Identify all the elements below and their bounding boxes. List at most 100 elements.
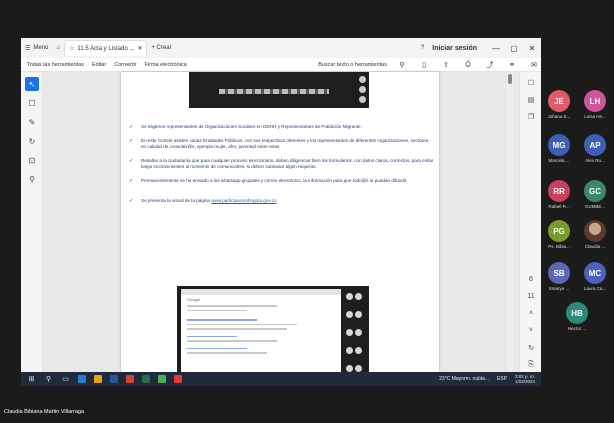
word-app-icon[interactable] <box>110 375 118 383</box>
scrollbar[interactable] <box>507 72 513 372</box>
avatar: PG <box>548 220 570 242</box>
participation-link[interactable]: www.participacionbogota.gov.co <box>211 198 276 203</box>
participant-tile[interactable]: SB Smarye ... <box>541 262 577 291</box>
google-logo-text: Google <box>187 297 200 302</box>
avatar: LH <box>584 90 606 112</box>
windows-start-icon[interactable]: ⊞ <box>27 375 36 384</box>
participant-tile[interactable]: MC Laura Ca... <box>577 262 613 291</box>
explorer-app-icon[interactable] <box>78 375 86 383</box>
embedded-screenshot: Google <box>177 286 369 386</box>
avatar-photo <box>584 220 606 242</box>
home-icon[interactable]: ⌂ <box>52 40 64 56</box>
check-icon: ✓ <box>129 158 134 164</box>
clock[interactable]: 3:02 p. m. 1/02/2024 <box>515 374 535 384</box>
select-tool-icon[interactable]: ↖ <box>25 77 39 91</box>
check-icon: ✓ <box>129 178 134 184</box>
list-item: ✓ Permanentemente se ha enviado a los wh… <box>129 178 408 184</box>
comments-icon[interactable]: ☐ <box>524 76 538 89</box>
help-icon[interactable]: ? <box>421 45 424 51</box>
chrome-app-icon[interactable] <box>158 375 166 383</box>
refresh-icon[interactable]: ↻ <box>524 341 538 354</box>
print-icon[interactable]: ⎙ <box>461 61 475 69</box>
participant-tile[interactable]: Claudia ... <box>577 220 613 249</box>
participant-tile[interactable]: MG Marcela ... <box>541 134 577 163</box>
toolbar-all-tools[interactable]: Todas las herramientas <box>27 62 84 68</box>
login-button[interactable]: Iniciar sesión <box>432 45 477 52</box>
close-tab-icon[interactable]: ✕ <box>137 45 142 52</box>
browser-tab-bar: ☰ Menú ⌂ ☆ 11.5 Acta y Listado ... ✕ + C… <box>21 38 541 58</box>
list-item: ✓ Resaltar a la ciudadanía que para cual… <box>129 158 434 169</box>
link-icon[interactable]: ⚭ <box>505 61 519 69</box>
minimize-button[interactable]: — <box>487 44 505 53</box>
check-icon: ✓ <box>129 138 134 144</box>
avatar: MC <box>584 262 606 284</box>
draw-tool-icon[interactable]: ↻ <box>25 134 39 148</box>
active-speaker-name: Claudia Bibiana Martin Villarraga <box>4 409 84 415</box>
list-item: ✓ En este Comité asisten varias Entidade… <box>129 138 430 149</box>
avatar: JE <box>548 90 570 112</box>
copy-icon[interactable]: ❐ <box>524 110 538 123</box>
powerpoint-app-icon[interactable] <box>126 375 134 383</box>
star-icon: ☆ <box>69 46 75 52</box>
left-tool-rail: ↖ ☐ ✎ ↻ ⊡ ⚲ <box>21 72 43 372</box>
pdf-page: ✓ Se eligieron representantes de Organiz… <box>121 72 439 386</box>
pages-icon[interactable]: ▤ <box>524 93 538 106</box>
participant-tile[interactable]: JE Johana E... <box>541 90 577 119</box>
maximize-button[interactable]: ▢ <box>505 44 523 53</box>
windows-taskbar: ⊞ ⚲ ▭ 23°C Mayorm. nubla... ESP 3:02 p. … <box>21 372 541 386</box>
export-icon[interactable]: ⎘ <box>524 358 538 371</box>
list-item: ✓ Se presenta la visual de la página www… <box>129 198 277 204</box>
upload-icon[interactable]: ⇪ <box>439 61 453 69</box>
menu-tab[interactable]: ☰ Menú <box>21 40 52 56</box>
total-pages: 11 <box>527 293 535 300</box>
toolbar-edit[interactable]: Editar <box>92 62 106 68</box>
weather-status[interactable]: 23°C Mayorm. nubla... <box>439 376 489 382</box>
avatar: MG <box>548 134 570 156</box>
new-tab-button[interactable]: + Crear <box>147 40 175 56</box>
avatar: SB <box>548 262 570 284</box>
list-item: ✓ Se eligieron representantes de Organiz… <box>129 124 362 130</box>
chevron-down-icon[interactable]: ˅ <box>524 324 538 337</box>
toolbar-convert[interactable]: Convertir <box>114 62 136 68</box>
stamp-tool-icon[interactable]: ⚲ <box>25 172 39 186</box>
avatar: RR <box>548 180 570 202</box>
participant-tile[interactable]: HB Hector ... <box>559 302 595 331</box>
bookmark-icon[interactable]: ▯ <box>417 61 431 69</box>
share-icon[interactable]: ⤴ <box>483 60 497 70</box>
comment-tool-icon[interactable]: ☐ <box>25 96 39 110</box>
right-tool-rail: ☐ ▤ ❐ 6 11 ˄ ˅ ↻ ⎘ ⊕ ⊖ <box>519 72 541 386</box>
embedded-browser: Google <box>181 289 341 372</box>
participant-tile[interactable]: RR Rafael R... <box>541 180 577 209</box>
minutes-bullet-list: ✓ Se eligieron representantes de Organiz… <box>129 124 435 212</box>
check-icon: ✓ <box>129 124 134 130</box>
current-page-number[interactable]: 6 <box>524 273 538 286</box>
embedded-video-top <box>189 72 369 108</box>
search-tools-input[interactable]: Buscar texto o herramientas <box>318 62 387 68</box>
participant-tile[interactable]: LH Luisa He... <box>577 90 613 119</box>
pen-tool-icon[interactable]: ✎ <box>25 115 39 129</box>
participant-tile[interactable]: PG Ps. Bibia... <box>541 220 577 249</box>
task-view-icon[interactable]: ▭ <box>61 375 70 384</box>
participant-tile[interactable]: AP Alex Ro... <box>577 134 613 163</box>
excel-app-icon[interactable] <box>142 375 150 383</box>
menu-icon: ☰ <box>25 45 31 52</box>
scroll-thumb[interactable] <box>508 74 512 84</box>
check-icon: ✓ <box>129 198 134 204</box>
folder-app-icon[interactable] <box>94 375 102 383</box>
avatar: AP <box>584 134 606 156</box>
participant-tile[interactable]: GC GUMBE... <box>577 180 613 209</box>
tab-document[interactable]: ☆ 11.5 Acta y Listado ... ✕ <box>64 40 148 56</box>
text-tool-icon[interactable]: ⊡ <box>25 153 39 167</box>
shared-screen: ☰ Menú ⌂ ☆ 11.5 Acta y Listado ... ✕ + C… <box>21 38 541 386</box>
toolbar-esign[interactable]: Firma electrónica <box>145 62 187 68</box>
pdf-toolbar: Todas las herramientas Editar Convertir … <box>21 58 541 72</box>
close-window-button[interactable]: ✕ <box>523 44 541 53</box>
avatar: GC <box>584 180 606 202</box>
avatar: HB <box>566 302 588 324</box>
chevron-up-icon[interactable]: ˄ <box>524 307 538 320</box>
search-icon[interactable]: ⚲ <box>44 375 53 384</box>
mail-icon[interactable]: ✉ <box>527 61 541 69</box>
language-indicator[interactable]: ESP <box>497 376 507 382</box>
acrobat-app-icon[interactable] <box>174 375 182 383</box>
search-icon[interactable]: ⚲ <box>395 61 409 69</box>
